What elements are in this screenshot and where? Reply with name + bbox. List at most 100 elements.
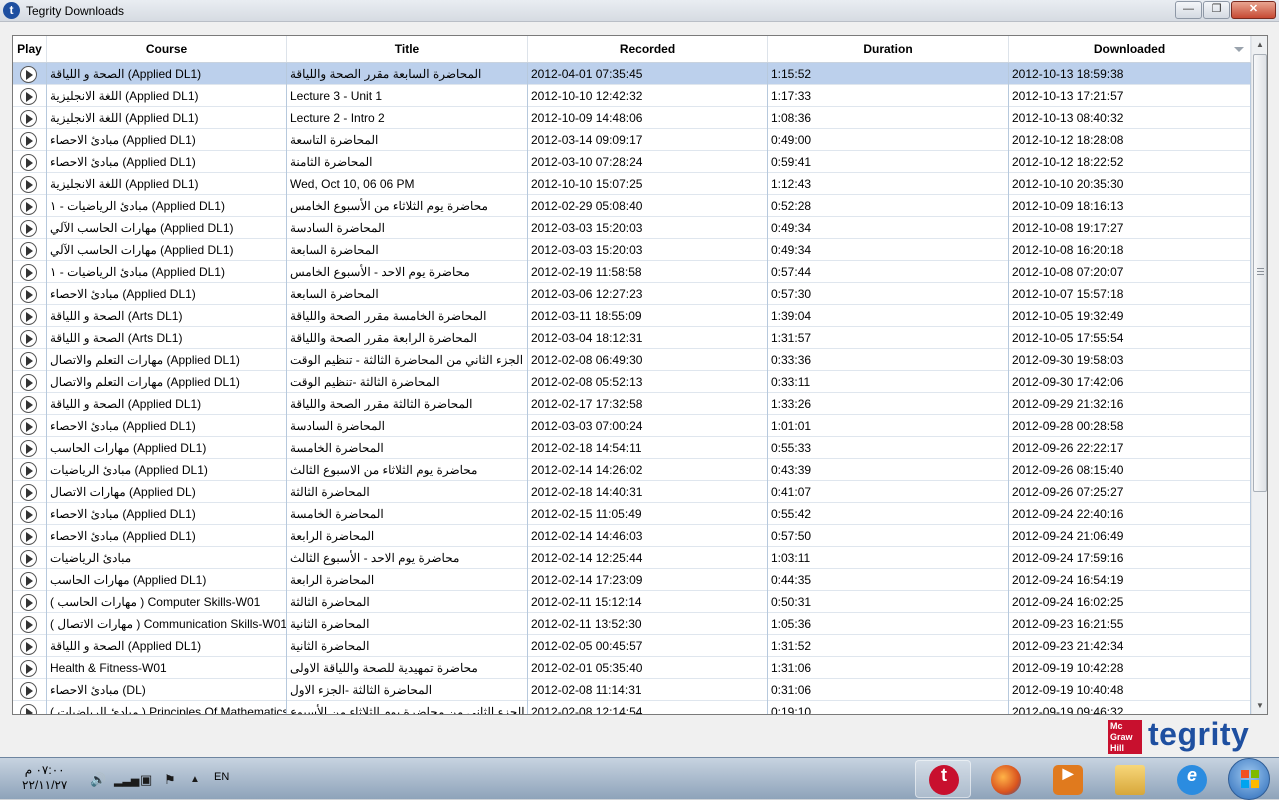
table-row[interactable]: الصحة و اللياقة (Applied DL1) المحاضرة ال… bbox=[13, 63, 1251, 85]
clock[interactable]: ٠٧:٠٠ م ٢٢/١١/٢٧ bbox=[22, 763, 67, 793]
table-row[interactable]: الصحة و اللياقة (Arts DL1) المحاضرة الراب… bbox=[13, 327, 1251, 349]
title-cell: المحاضرة الثالثة مقرر الصحة واللياقة bbox=[287, 393, 528, 415]
table-row[interactable]: مهارات التعلم والاتصال (Applied DL1) الجز… bbox=[13, 349, 1251, 371]
play-icon[interactable] bbox=[20, 242, 37, 259]
table-row[interactable]: Health & Fitness-W01 محاضرة تمهيدية للصحة… bbox=[13, 657, 1251, 679]
table-row[interactable]: ( مهارات الحاسب ) Computer Skills-W01 الم… bbox=[13, 591, 1251, 613]
play-icon[interactable] bbox=[20, 352, 37, 369]
table-row[interactable]: مبادئ الرياضيات محاضرة يوم الاحد - الأسبو… bbox=[13, 547, 1251, 569]
play-icon[interactable] bbox=[20, 374, 37, 391]
table-row[interactable]: مبادئ الاحصاء (Applied DL1) المحاضرة الرا… bbox=[13, 525, 1251, 547]
play-icon[interactable] bbox=[20, 704, 37, 714]
play-icon[interactable] bbox=[20, 176, 37, 193]
header-downloaded[interactable]: Downloaded bbox=[1009, 36, 1251, 62]
play-icon[interactable] bbox=[20, 154, 37, 171]
header-title[interactable]: Title bbox=[287, 36, 528, 62]
taskbar-tegrity-button[interactable]: t bbox=[915, 760, 971, 798]
downloaded-cell: 2012-10-08 07:20:07 bbox=[1009, 261, 1251, 283]
downloaded-cell: 2012-10-10 20:35:30 bbox=[1009, 173, 1251, 195]
table-row[interactable]: مبادئ الاحصاء (Applied DL1) المحاضرة السا… bbox=[13, 415, 1251, 437]
play-icon[interactable] bbox=[20, 198, 37, 215]
header-duration[interactable]: Duration bbox=[768, 36, 1009, 62]
table-row[interactable]: ( مهارات الاتصال ) Communication Skills-… bbox=[13, 613, 1251, 635]
table-row[interactable]: اللغة الانجليزية (Applied DL1) Wed, Oct 1… bbox=[13, 173, 1251, 195]
table-row[interactable]: الصحة و اللياقة (Applied DL1) المحاضرة ال… bbox=[13, 635, 1251, 657]
maximize-button[interactable]: ❐ bbox=[1203, 1, 1230, 19]
play-icon[interactable] bbox=[20, 264, 37, 281]
table-row[interactable]: مبادئ الاحصاء (Applied DL1) المحاضرة الخا… bbox=[13, 503, 1251, 525]
play-icon[interactable] bbox=[20, 330, 37, 347]
recorded-cell: 2012-02-19 11:58:58 bbox=[528, 261, 768, 283]
scroll-up-arrow-icon[interactable]: ▲ bbox=[1252, 36, 1267, 53]
taskbar-ie-button[interactable]: e bbox=[1163, 760, 1219, 798]
play-icon[interactable] bbox=[20, 594, 37, 611]
table-row[interactable]: مهارات الحاسب الآلي (Applied DL1) المحاضر… bbox=[13, 239, 1251, 261]
table-row[interactable]: مبادئ الرياضيات - ١ (Applied DL1) محاضرة … bbox=[13, 195, 1251, 217]
table-row[interactable]: مبادئ الاحصاء (DL) المحاضرة الثالثة -الجز… bbox=[13, 679, 1251, 701]
play-icon[interactable] bbox=[20, 462, 37, 479]
table-row[interactable]: مهارات الحاسب (Applied DL1) المحاضرة الرا… bbox=[13, 569, 1251, 591]
table-row[interactable]: الصحة و اللياقة (Applied DL1) المحاضرة ال… bbox=[13, 393, 1251, 415]
play-icon[interactable] bbox=[20, 572, 37, 589]
device-icon[interactable]: ▣ bbox=[140, 772, 152, 788]
title-cell: المحاضرة الثالثة bbox=[287, 591, 528, 613]
downloaded-cell: 2012-10-13 08:40:32 bbox=[1009, 107, 1251, 129]
table-row[interactable]: مبادئ الرياضيات - ١ (Applied DL1) محاضرة … bbox=[13, 261, 1251, 283]
play-icon[interactable] bbox=[20, 66, 37, 83]
downloaded-cell: 2012-09-30 19:58:03 bbox=[1009, 349, 1251, 371]
network-signal-icon[interactable]: ▂▃▅ bbox=[114, 774, 139, 787]
play-icon[interactable] bbox=[20, 418, 37, 435]
table-row[interactable]: مبادئ الاحصاء (Applied DL1) المحاضرة السا… bbox=[13, 283, 1251, 305]
start-button[interactable] bbox=[1228, 758, 1270, 800]
show-hidden-icons-icon[interactable]: ▲ bbox=[190, 774, 200, 785]
close-button[interactable]: ✕ bbox=[1231, 1, 1276, 19]
play-icon[interactable] bbox=[20, 110, 37, 127]
play-icon[interactable] bbox=[20, 550, 37, 567]
table-row[interactable]: الصحة و اللياقة (Arts DL1) المحاضرة الخام… bbox=[13, 305, 1251, 327]
play-icon[interactable] bbox=[20, 396, 37, 413]
title-cell: محاضرة يوم الثلاثاء من الاسبوع الثالث bbox=[287, 459, 528, 481]
play-icon[interactable] bbox=[20, 682, 37, 699]
table-row[interactable]: اللغة الانجليزية (Applied DL1) Lecture 3 … bbox=[13, 85, 1251, 107]
table-row[interactable]: مبادئ الاحصاء (Applied DL1) المحاضرة التا… bbox=[13, 129, 1251, 151]
course-cell: الصحة و اللياقة (Applied DL1) bbox=[47, 635, 287, 657]
recorded-cell: 2012-02-08 11:14:31 bbox=[528, 679, 768, 701]
play-icon[interactable] bbox=[20, 308, 37, 325]
taskbar-explorer-button[interactable] bbox=[1101, 760, 1157, 798]
language-indicator[interactable]: EN bbox=[214, 771, 229, 783]
play-icon[interactable] bbox=[20, 132, 37, 149]
play-icon[interactable] bbox=[20, 506, 37, 523]
play-icon[interactable] bbox=[20, 528, 37, 545]
table-row[interactable]: مهارات الاتصال (Applied DL) المحاضرة الثا… bbox=[13, 481, 1251, 503]
course-cell: مهارات الحاسب (Applied DL1) bbox=[47, 569, 287, 591]
table-row[interactable]: مهارات الحاسب الآلي (Applied DL1) المحاضر… bbox=[13, 217, 1251, 239]
table-row[interactable]: مبادئ الرياضيات (Applied DL1) محاضرة يوم … bbox=[13, 459, 1251, 481]
header-play[interactable]: Play bbox=[13, 36, 47, 62]
volume-icon[interactable]: 🔊 bbox=[90, 772, 106, 788]
title-cell: المحاضرة الرابعة مقرر الصحة واللياقة bbox=[287, 327, 528, 349]
minimize-button[interactable]: — bbox=[1175, 1, 1202, 19]
recorded-cell: 2012-02-18 14:40:31 bbox=[528, 481, 768, 503]
table-row[interactable]: ( مبادئ الرياضيات ) Principles Of Mathem… bbox=[13, 701, 1251, 714]
play-icon[interactable] bbox=[20, 88, 37, 105]
taskbar-media-player-button[interactable]: ▶ bbox=[1039, 760, 1095, 798]
table-row[interactable]: مهارات الحاسب (Applied DL1) المحاضرة الخا… bbox=[13, 437, 1251, 459]
play-icon[interactable] bbox=[20, 484, 37, 501]
play-icon[interactable] bbox=[20, 286, 37, 303]
header-course[interactable]: Course bbox=[47, 36, 287, 62]
taskbar-firefox-button[interactable] bbox=[977, 760, 1033, 798]
title-cell: محاضرة يوم الاحد - الأسبوع الثالث bbox=[287, 547, 528, 569]
scrollbar-thumb[interactable] bbox=[1253, 54, 1267, 492]
scroll-down-arrow-icon[interactable]: ▼ bbox=[1252, 697, 1267, 714]
table-row[interactable]: اللغة الانجليزية (Applied DL1) Lecture 2 … bbox=[13, 107, 1251, 129]
play-icon[interactable] bbox=[20, 440, 37, 457]
play-icon[interactable] bbox=[20, 220, 37, 237]
action-center-flag-icon[interactable]: ⚑ bbox=[164, 772, 176, 788]
table-row[interactable]: مهارات التعلم والاتصال (Applied DL1) المح… bbox=[13, 371, 1251, 393]
vertical-scrollbar[interactable]: ▲ ▼ bbox=[1251, 36, 1267, 714]
play-icon[interactable] bbox=[20, 616, 37, 633]
play-icon[interactable] bbox=[20, 638, 37, 655]
header-recorded[interactable]: Recorded bbox=[528, 36, 768, 62]
table-row[interactable]: مبادئ الاحصاء (Applied DL1) المحاضرة الثا… bbox=[13, 151, 1251, 173]
play-icon[interactable] bbox=[20, 660, 37, 677]
